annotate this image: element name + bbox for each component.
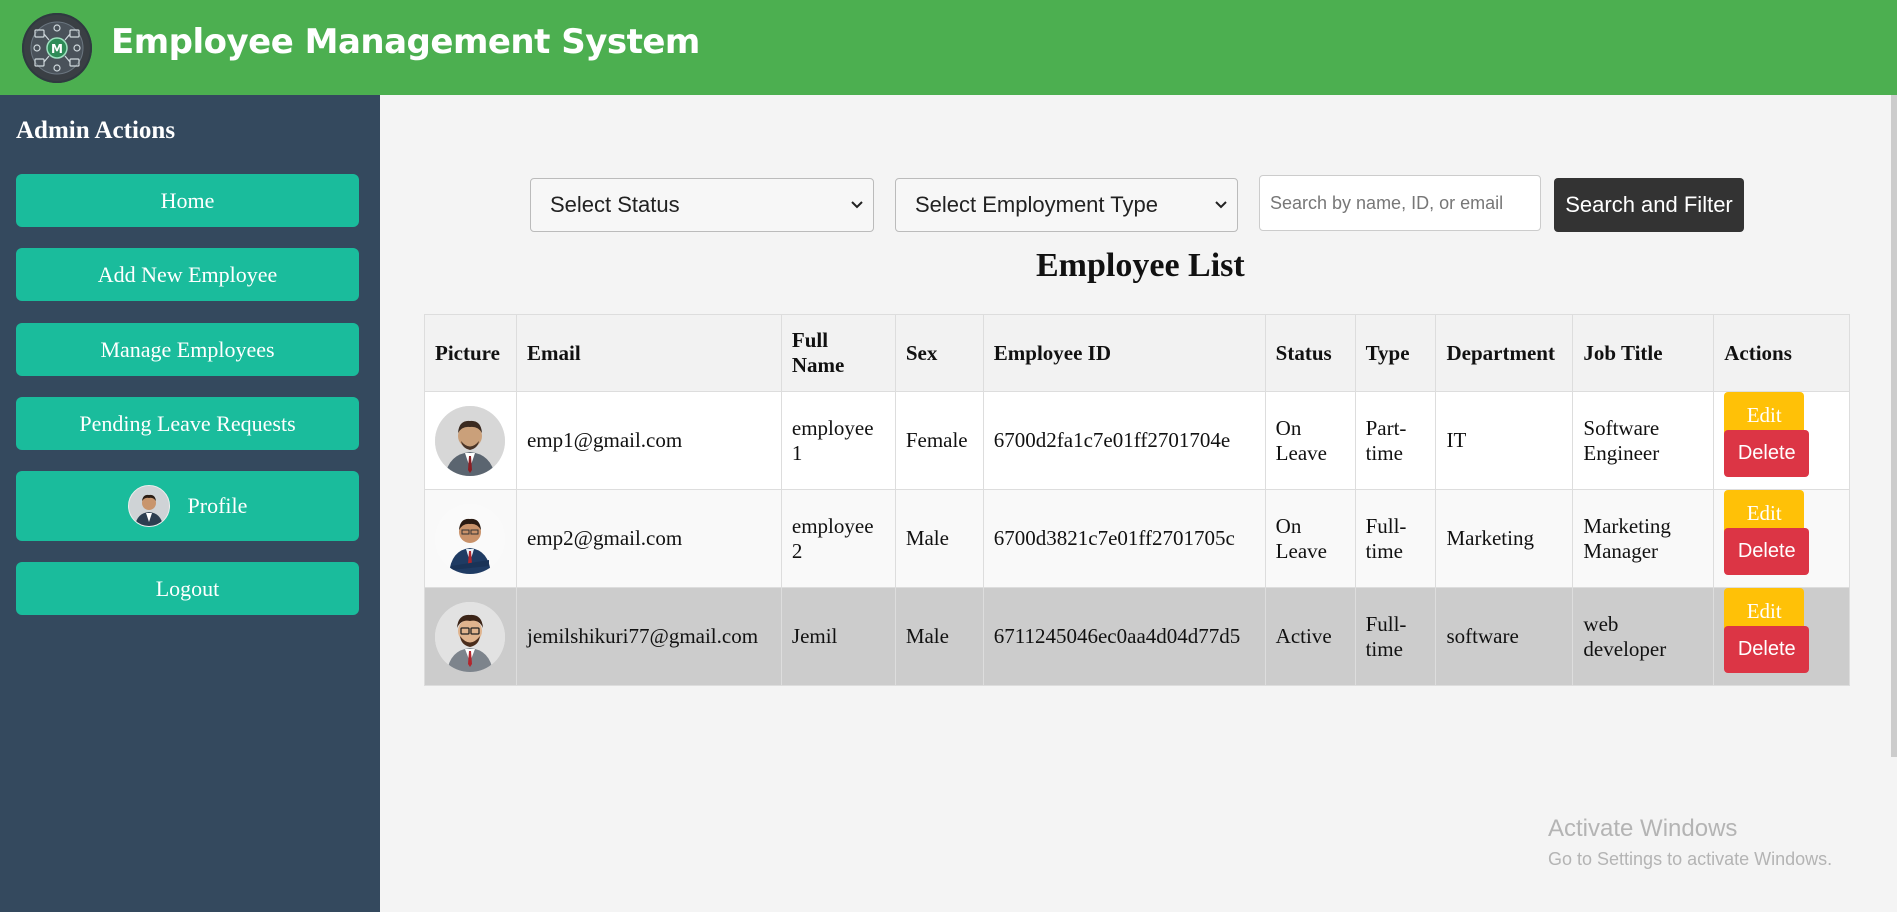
sex-cell: Female [894,391,984,490]
page-title: Employee List [1036,247,1245,284]
activate-windows-watermark: Activate Windows [1548,815,1738,842]
actions-cell: Edit Delete [1713,489,1850,588]
sidebar-item-label: Home [160,187,215,213]
job-title-cell: Software Engineer [1572,391,1715,490]
status-cell: On Leave [1264,489,1356,588]
table-row: emp1@gmail.com employee 1 Female 6700d2f… [424,391,1850,490]
employee-table: Picture Email Full Name Sex Employee ID … [424,314,1850,686]
profile-avatar-icon [127,485,170,527]
employee-avatar [435,405,505,476]
column-header-job-title: Job Title [1572,314,1715,392]
column-header-sex: Sex [894,314,984,392]
sidebar-item-profile[interactable]: Profile [16,471,359,541]
column-header-employee-id: Employee ID [982,314,1266,392]
full-name-cell: Jemil [780,587,896,686]
full-name-cell: employee 2 [780,489,896,588]
sidebar-item-home[interactable]: Home [16,174,359,227]
chevron-down-icon [1215,201,1227,209]
sidebar-item-label: Manage Employees [100,336,275,362]
table-header-row: Picture Email Full Name Sex Employee ID … [424,314,1850,392]
employment-type-select-value: Select Employment Type [915,192,1158,217]
department-cell: Marketing [1435,489,1574,588]
email-cell: emp2@gmail.com [515,489,782,588]
employee-id-cell: 6700d2fa1c7e01ff2701704e [982,391,1266,490]
app-header: M Employee Management System [0,0,1897,95]
delete-button[interactable]: Delete [1724,430,1810,477]
employment-type-select[interactable]: Select Employment Type [895,178,1238,232]
sidebar-item-label: Profile [187,493,248,518]
type-cell: Full-time [1354,587,1437,686]
app-title: Employee Management System [111,22,700,62]
search-filter-button[interactable]: Search and Filter [1554,178,1744,232]
logo-icon: M [22,13,92,83]
sidebar-item-manage-employees[interactable]: Manage Employees [16,323,359,376]
table-row: jemilshikuri77@gmail.com Jemil Male 6711… [424,587,1850,686]
email-cell: jemilshikuri77@gmail.com [515,587,782,686]
status-select-value: Select Status [550,192,680,217]
column-header-type: Type [1354,314,1437,392]
table-row: emp2@gmail.com employee 2 Male 6700d3821… [424,489,1850,588]
department-cell: IT [1435,391,1574,490]
sidebar-item-add-employee[interactable]: Add New Employee [16,248,359,301]
page-scrollbar[interactable] [1891,95,1897,757]
job-title-cell: Marketing Manager [1572,489,1715,588]
actions-cell: Edit Delete [1713,391,1850,490]
column-header-picture: Picture [424,314,517,392]
employee-id-cell: 6700d3821c7e01ff2701705c [982,489,1266,588]
sidebar-heading: Admin Actions [16,117,176,144]
email-cell: emp1@gmail.com [515,391,782,490]
sidebar-item-label: Add New Employee [97,261,278,287]
status-cell: On Leave [1264,391,1356,490]
delete-button[interactable]: Delete [1724,626,1810,673]
department-cell: software [1435,587,1574,686]
sex-cell: Male [894,489,984,588]
sidebar-item-logout[interactable]: Logout [16,562,359,615]
sidebar: Admin Actions Home Add New Employee Mana… [0,95,380,912]
search-input[interactable] [1259,175,1541,231]
job-title-cell: web developer [1572,587,1715,686]
employee-avatar [435,601,505,672]
type-cell: Full-time [1354,489,1437,588]
picture-cell [424,489,517,588]
column-header-status: Status [1264,314,1356,392]
chevron-down-icon [851,201,863,209]
activate-windows-hint: Go to Settings to activate Windows. [1548,849,1833,869]
column-header-department: Department [1435,314,1574,392]
full-name-cell: employee 1 [780,391,896,490]
picture-cell [424,587,517,686]
sex-cell: Male [894,587,984,686]
column-header-email: Email [515,314,782,392]
column-header-actions: Actions [1713,314,1850,392]
picture-cell [424,391,517,490]
type-cell: Part-time [1354,391,1437,490]
status-select[interactable]: Select Status [530,178,874,232]
sidebar-item-pending-leave[interactable]: Pending Leave Requests [16,397,359,450]
svg-text:M: M [51,42,63,56]
status-cell: Active [1264,587,1356,686]
actions-cell: Edit Delete [1713,587,1850,686]
sidebar-item-label: Pending Leave Requests [79,410,296,436]
delete-button[interactable]: Delete [1724,528,1810,575]
employee-id-cell: 6711245046ec0aa4d04d77d5 [982,587,1266,686]
employee-avatar [435,503,505,574]
column-header-full-name: Full Name [780,314,896,392]
sidebar-item-label: Logout [155,575,220,601]
